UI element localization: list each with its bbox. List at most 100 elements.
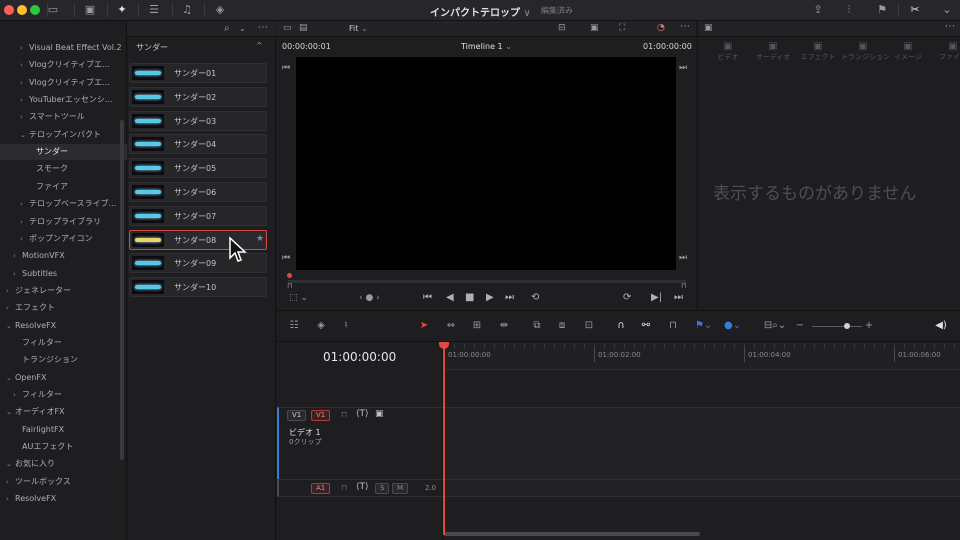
video-track-tag[interactable]: V1 — [287, 410, 307, 421]
media-pool-icon[interactable]: ▭ — [45, 3, 61, 17]
tree-item[interactable]: ⌄ オーディオFX — [0, 404, 127, 420]
chevron-right-icon[interactable]: › — [20, 109, 29, 125]
collapse-icon[interactable]: ^ — [256, 41, 263, 50]
timeline-scrollbar[interactable] — [444, 532, 700, 536]
tree-item[interactable]: フィルター — [0, 335, 127, 351]
list-item[interactable]: サンダー02 — [129, 86, 267, 107]
chevron-right-icon[interactable]: › — [20, 196, 29, 212]
audio-track-tag[interactable]: A1 — [311, 483, 331, 494]
auto-track-icon[interactable]: ⟨T⟩ — [356, 409, 369, 419]
video-track-lane[interactable] — [444, 407, 960, 479]
snapping-icon[interactable]: ∩ — [614, 320, 628, 332]
overlay-icon[interactable]: ◈ — [314, 320, 328, 332]
tree-item[interactable]: スモーク — [0, 161, 127, 177]
chevron-right-icon[interactable]: › — [6, 474, 15, 490]
tree-item[interactable]: サンダー — [0, 144, 127, 161]
tree-item[interactable]: AUエフェクト — [0, 439, 127, 455]
mixer-diamond-icon[interactable]: ◈ — [212, 3, 228, 17]
chevron-right-icon[interactable]: › — [13, 248, 22, 264]
list-item[interactable]: サンダー07 — [129, 205, 267, 226]
loop-icon[interactable]: ⟲ — [531, 292, 539, 303]
more-options-icon[interactable]: ⋯ — [945, 21, 955, 32]
tree-item[interactable]: › ジェネレーター — [0, 283, 127, 299]
last-clip-icon[interactable]: ⏭ — [674, 292, 683, 303]
next-edit-icon[interactable]: ⏭ — [679, 253, 687, 263]
transform-icon[interactable]: ⛶ — [619, 23, 625, 33]
mixer-icon[interactable]: ⫶ — [841, 3, 857, 17]
tree-item[interactable]: › Vlogクリイティブエ... — [0, 57, 127, 73]
tree-item[interactable]: › フィルター — [0, 387, 127, 403]
track-video-toggle-icon[interactable]: ▣ — [375, 409, 384, 419]
inspector-tab[interactable]: ▣ ビデオ — [706, 41, 750, 62]
track-lock-icon[interactable]: ⊓ — [341, 410, 347, 419]
effects-wand-icon[interactable]: ✦ — [114, 3, 130, 17]
tree-item[interactable]: ⌄ ResolveFX — [0, 318, 127, 334]
favorite-star-icon[interactable]: ★ — [256, 234, 264, 244]
volume-icon[interactable]: ◀) — [934, 320, 948, 332]
list-item[interactable]: サンダー01 — [129, 63, 267, 83]
edit-index-icon[interactable]: ☰ — [146, 3, 162, 17]
timeline-options-icon[interactable]: ☷ — [287, 320, 301, 332]
list-item[interactable]: サンダー10 — [129, 277, 267, 298]
chevron-down-icon[interactable]: ⌄ — [6, 456, 15, 472]
timeline-playhead[interactable] — [443, 344, 445, 535]
chevron-down-icon[interactable]: ⌄ — [6, 318, 15, 334]
inspector-layout-icon[interactable]: ▣ — [704, 23, 713, 33]
microphone-icon[interactable]: ♮ — [339, 320, 353, 332]
project-title[interactable]: インパクトテロップ ∨ — [430, 4, 531, 19]
tree-item[interactable]: ⌄ テロップインパクト — [0, 127, 127, 143]
tree-item[interactable]: › スマートツール — [0, 109, 127, 125]
flag-icon[interactable]: ⚑⌄ — [695, 320, 712, 332]
tree-item[interactable]: › ツールボックス — [0, 474, 127, 490]
selection-tool-icon[interactable]: ➤ — [417, 320, 431, 332]
tree-item[interactable]: FairlightFX — [0, 422, 127, 438]
tree-item[interactable]: ⌄ お気に入り — [0, 456, 127, 472]
crop-tool-icon[interactable]: ⬚ ⌄ — [289, 293, 308, 303]
tree-item[interactable]: ファイア — [0, 179, 127, 195]
close-window-button[interactable] — [4, 5, 14, 15]
chevron-right-icon[interactable]: › — [20, 75, 29, 91]
tree-item[interactable]: › Visual Beat Effect Vol.2 — [0, 40, 127, 56]
chevron-down-icon[interactable]: ⌄ — [6, 370, 15, 386]
lock-icon[interactable]: ⊓ — [666, 320, 680, 332]
inspector-tab[interactable]: ▣ イメージ — [886, 41, 930, 62]
scrub-handle-icon[interactable]: ⊓ — [287, 282, 292, 290]
timeline-selector[interactable]: Timeline 1 ⌄ — [461, 42, 512, 51]
next-clip-icon[interactable]: ▶| — [651, 292, 662, 303]
marker-icon[interactable]: ●⌄ — [724, 320, 741, 332]
replace-clip-icon[interactable]: ⊡ — [582, 320, 596, 332]
blade-tool-icon[interactable]: ⇹ — [497, 320, 511, 332]
scrub-handle-end-icon[interactable]: ⊓ — [681, 282, 686, 290]
zoom-fit-dropdown[interactable]: Fit ⌄ — [349, 24, 368, 33]
chevron-down-icon[interactable]: ⌄ — [239, 24, 246, 33]
chevron-right-icon[interactable]: › — [20, 231, 29, 247]
link-icon[interactable]: ⚯ — [639, 320, 653, 332]
tree-scrollbar[interactable] — [120, 120, 124, 460]
tree-item[interactable]: › Vlogクリイティブエ... — [0, 75, 127, 91]
jog-control[interactable]: ‹ ● › — [359, 293, 380, 303]
video-dest-tag[interactable]: V1 — [311, 410, 331, 421]
list-item[interactable]: サンダー06 — [129, 182, 267, 202]
zoom-icon[interactable]: ⊟⌕⌄ — [761, 320, 789, 332]
prev-edit-icon[interactable]: ⏮ — [282, 253, 290, 263]
mute-button[interactable]: M — [392, 483, 409, 494]
list-item[interactable]: サンダー03 — [129, 110, 267, 131]
inspector-tools-icon[interactable]: ✂ — [907, 3, 923, 17]
tree-item[interactable]: › Subtitles — [0, 266, 127, 282]
timeline-ruler[interactable]: 01:00:00:00 01:00:02:00 01:00:04:00 01:00:0… — [444, 342, 960, 370]
chevron-down-icon[interactable]: ⌄ — [6, 404, 15, 420]
chevron-right-icon[interactable]: › — [6, 491, 15, 507]
play-icon[interactable]: ▶ — [486, 292, 494, 303]
minimize-window-button[interactable] — [17, 5, 27, 15]
chevron-right-icon[interactable]: › — [6, 283, 15, 299]
sound-library-icon[interactable]: ♫ — [179, 3, 195, 17]
match-frame-icon[interactable]: ⟳ — [623, 292, 631, 303]
monitor-icon[interactable]: ⊟ — [558, 23, 566, 33]
import-icon[interactable]: ▣ — [82, 3, 98, 17]
chevron-right-icon[interactable]: › — [20, 57, 29, 73]
chevron-right-icon[interactable]: › — [13, 266, 22, 282]
tree-item[interactable]: › YouTuberエッセンシ... — [0, 92, 127, 108]
dual-view-icon[interactable]: ▤ — [299, 23, 308, 33]
clip-view-icon[interactable]: ▣ — [590, 23, 599, 33]
dynamic-trim-icon[interactable]: ⊞ — [470, 320, 484, 332]
